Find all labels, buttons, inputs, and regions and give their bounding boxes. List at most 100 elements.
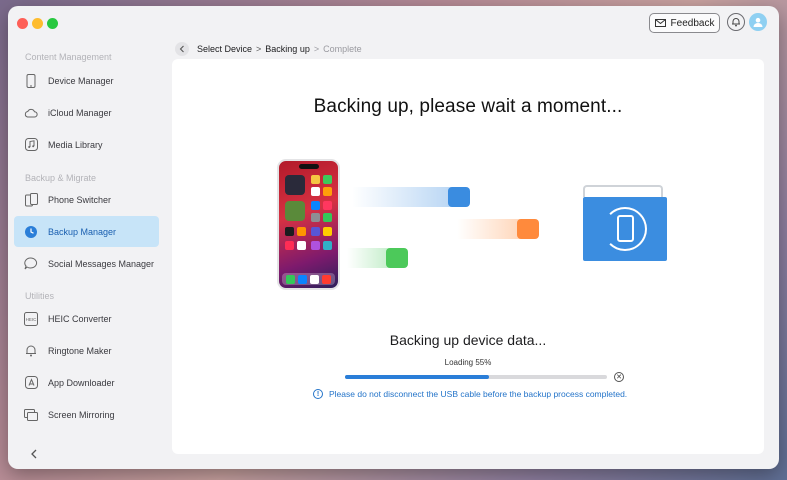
sidebar-item-label: Backup Manager bbox=[48, 226, 117, 237]
app-icon bbox=[323, 187, 332, 196]
loading-label: Loading 55% bbox=[444, 358, 492, 367]
zoom-window-button[interactable] bbox=[47, 18, 58, 29]
sidebar-item-label: Media Library bbox=[48, 139, 103, 150]
app-store-icon bbox=[24, 376, 38, 390]
section-label-utilities: Utilities bbox=[25, 291, 55, 301]
svg-text:HEIC: HEIC bbox=[26, 317, 38, 322]
back-button[interactable] bbox=[175, 42, 189, 56]
breadcrumb-step-complete: Complete bbox=[323, 44, 362, 54]
app-icon bbox=[311, 187, 320, 196]
app-icon bbox=[285, 241, 294, 250]
data-chip-orange bbox=[517, 219, 539, 239]
sidebar-item-label: Social Messages Manager bbox=[48, 258, 155, 269]
photo-widget-icon bbox=[285, 201, 305, 221]
sidebar-item-backup-manager[interactable]: Backup Manager bbox=[14, 216, 159, 247]
sidebar-item-icloud-manager[interactable]: iCloud Manager bbox=[14, 97, 159, 128]
status-text: Backing up device data... bbox=[389, 332, 547, 348]
sidebar-item-social-messages-manager[interactable]: Social Messages Manager bbox=[14, 248, 159, 279]
app-icon bbox=[310, 275, 319, 284]
phone-icon bbox=[617, 215, 634, 242]
sidebar: Content Management Device Manager iCloud… bbox=[8, 40, 168, 469]
app-icon bbox=[285, 227, 294, 236]
backup-clock-icon bbox=[24, 225, 38, 239]
phone-switch-icon bbox=[24, 192, 38, 207]
section-label-backup-migrate: Backup & Migrate bbox=[25, 173, 97, 183]
app-window: Feedback Content Management Device Manag… bbox=[8, 6, 779, 469]
sidebar-item-label: HEIC Converter bbox=[48, 313, 112, 324]
bell-icon bbox=[24, 344, 38, 358]
sidebar-item-label: Phone Switcher bbox=[48, 194, 112, 205]
mirror-icon bbox=[24, 408, 38, 422]
sidebar-item-device-manager[interactable]: Device Manager bbox=[14, 65, 159, 96]
page-title: Backing up, please wait a moment... bbox=[313, 96, 623, 117]
sidebar-item-label: iCloud Manager bbox=[48, 107, 112, 118]
breadcrumb-separator: > bbox=[256, 44, 262, 54]
sidebar-item-label: App Downloader bbox=[48, 377, 115, 388]
app-icon bbox=[298, 275, 307, 284]
user-avatar-icon bbox=[753, 17, 763, 27]
sidebar-item-phone-switcher[interactable]: Phone Switcher bbox=[14, 184, 159, 215]
folder-tab bbox=[583, 185, 663, 197]
app-icon bbox=[297, 227, 306, 236]
sidebar-item-heic-converter[interactable]: HEIC HEIC Converter bbox=[14, 303, 159, 334]
sidebar-item-media-library[interactable]: Media Library bbox=[14, 129, 159, 160]
chevron-left-icon bbox=[31, 449, 37, 459]
breadcrumb-step-backing-up: Backing up bbox=[265, 44, 310, 54]
data-chip-green bbox=[386, 248, 408, 268]
breadcrumb: Select Device > Backing up > Complete bbox=[175, 40, 362, 58]
motion-trail bbox=[352, 187, 452, 207]
cloud-icon bbox=[24, 106, 38, 120]
warning-text: Please do not disconnect the USB cable b… bbox=[329, 389, 628, 399]
feedback-button[interactable]: Feedback bbox=[649, 13, 720, 33]
cancel-backup-button[interactable]: ✕ bbox=[614, 372, 624, 382]
app-icon bbox=[323, 241, 332, 250]
app-icon bbox=[297, 241, 306, 250]
app-icon bbox=[322, 275, 331, 284]
close-window-button[interactable] bbox=[17, 18, 28, 29]
sidebar-item-screen-mirroring[interactable]: Screen Mirroring bbox=[14, 399, 159, 430]
music-icon bbox=[24, 138, 38, 152]
info-icon: ! bbox=[313, 389, 323, 399]
close-icon: ✕ bbox=[616, 374, 622, 381]
motion-trail bbox=[457, 219, 521, 239]
data-chip-blue bbox=[448, 187, 470, 207]
chevron-left-icon bbox=[179, 45, 184, 53]
sidebar-item-app-downloader[interactable]: App Downloader bbox=[14, 367, 159, 398]
widget-icon bbox=[285, 175, 305, 195]
progress-fill bbox=[345, 375, 490, 379]
notifications-button[interactable] bbox=[727, 13, 745, 31]
app-icon bbox=[311, 227, 320, 236]
sidebar-item-label: Screen Mirroring bbox=[48, 409, 115, 420]
app-icon bbox=[311, 241, 320, 250]
breadcrumb-step-select-device: Select Device bbox=[197, 44, 253, 54]
mail-icon bbox=[654, 19, 666, 27]
chat-icon bbox=[24, 257, 38, 271]
minimize-window-button[interactable] bbox=[32, 18, 43, 29]
app-icon bbox=[323, 201, 332, 210]
app-icon bbox=[311, 213, 320, 222]
app-icon bbox=[311, 201, 320, 210]
backup-folder-illustration bbox=[583, 185, 667, 261]
app-icon bbox=[323, 175, 332, 184]
title-bar: Feedback bbox=[8, 6, 779, 40]
iphone-illustration bbox=[277, 159, 340, 290]
phone-icon bbox=[24, 73, 38, 88]
feedback-label: Feedback bbox=[670, 17, 715, 29]
account-avatar[interactable] bbox=[749, 13, 767, 31]
sidebar-item-label: Device Manager bbox=[48, 75, 114, 86]
heic-icon: HEIC bbox=[24, 311, 38, 326]
app-icon bbox=[311, 175, 320, 184]
progress-bar bbox=[345, 375, 607, 379]
sidebar-item-ringtone-maker[interactable]: Ringtone Maker bbox=[14, 335, 159, 366]
collapse-sidebar-button[interactable] bbox=[30, 446, 38, 462]
usb-warning: ! Please do not disconnect the USB cable… bbox=[313, 389, 627, 399]
phone-notch bbox=[299, 164, 319, 169]
app-icon bbox=[286, 275, 295, 284]
app-icon bbox=[323, 227, 332, 236]
section-label-content-management: Content Management bbox=[25, 52, 112, 62]
main-panel: Backing up, please wait a moment... Back… bbox=[172, 59, 764, 454]
sidebar-item-label: Ringtone Maker bbox=[48, 345, 112, 356]
bell-icon bbox=[732, 18, 740, 27]
app-icon bbox=[323, 213, 332, 222]
breadcrumb-separator: > bbox=[313, 44, 320, 54]
